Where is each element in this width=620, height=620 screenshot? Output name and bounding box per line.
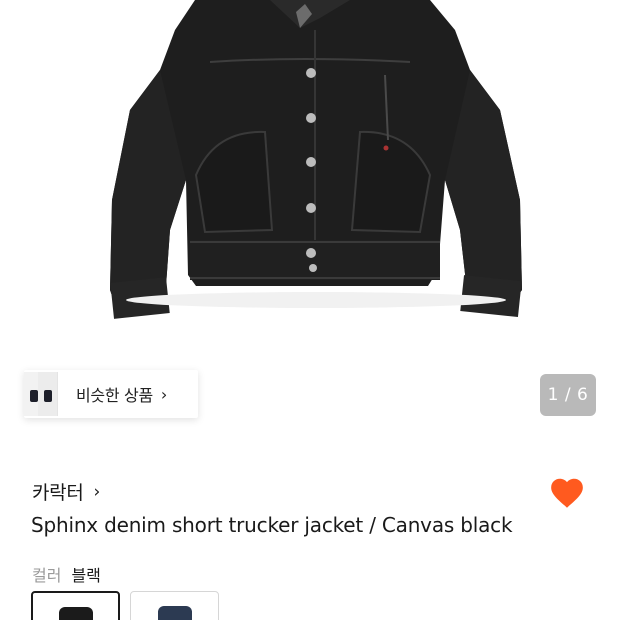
heart-icon: [551, 478, 583, 508]
swatch-thumbnail: [157, 606, 192, 620]
color-option-row: 컬러 블랙: [32, 562, 101, 586]
color-value: 블랙: [71, 566, 101, 585]
color-swatch-navy[interactable]: [130, 591, 219, 620]
chevron-right-icon: ›: [160, 384, 168, 404]
similar-thumbnails: [24, 370, 72, 418]
color-swatch-black[interactable]: [31, 591, 120, 620]
brand-link[interactable]: 카락터 ›: [32, 478, 100, 505]
similar-products-label: 비슷한 상품: [76, 386, 153, 405]
image-counter: 1 / 6: [540, 374, 596, 416]
like-button[interactable]: [548, 474, 586, 512]
chevron-right-icon: ›: [93, 481, 101, 502]
similar-products-button[interactable]: 비슷한 상품 ›: [24, 370, 198, 418]
swatch-thumbnail: [58, 607, 93, 620]
similar-thumbnail: [38, 372, 58, 416]
color-label: 컬러: [32, 566, 62, 585]
product-title: Sphinx denim short trucker jacket / Canv…: [31, 513, 513, 537]
brand-name: 카락터: [32, 482, 84, 504]
